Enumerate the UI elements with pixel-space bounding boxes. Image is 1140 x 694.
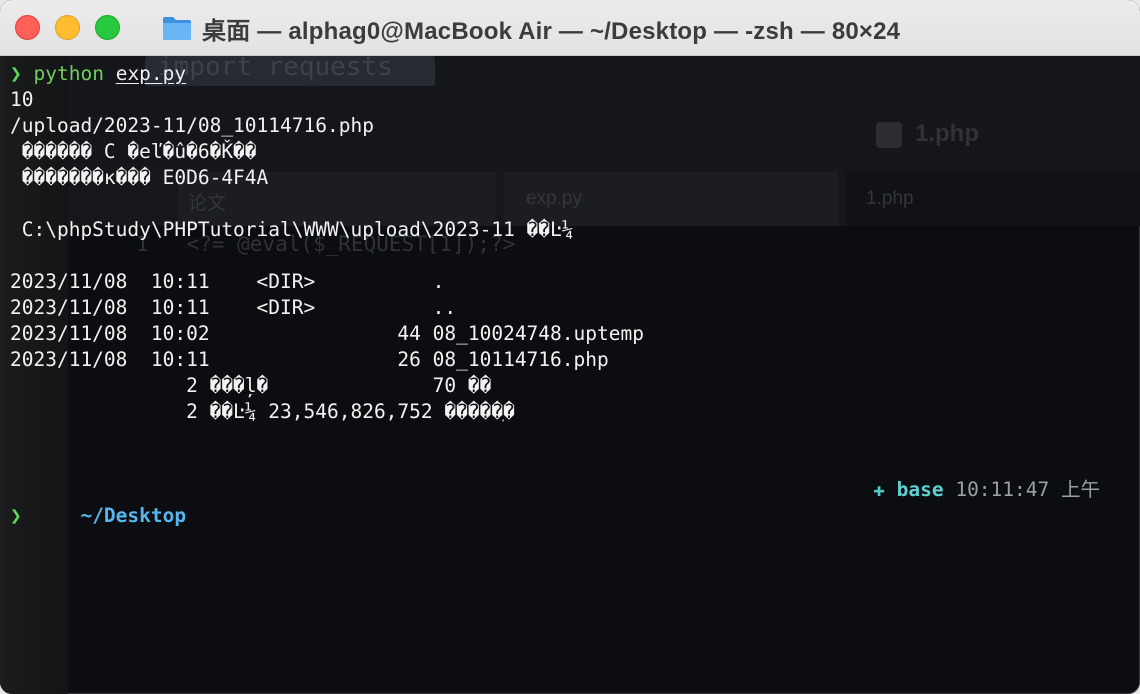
terminal-output[interactable]: ❯ python exp.py 10 /upload/2023-11/08_10… [10, 61, 1130, 529]
conda-env-name: base [896, 478, 944, 501]
conda-env-icon: ✚ [873, 478, 885, 501]
folder-icon [162, 15, 192, 41]
minimize-button[interactable] [55, 15, 80, 40]
prompt-status-line: ~/Desktop ✚ base 10:11:47 上午 [10, 477, 1130, 527]
output-line: 2 ��Ŀ¼ 23,546,826,752 �����ֽ� [10, 400, 515, 423]
output-line: C:\phpStudy\PHPTutorial\WWW\upload\2023-… [10, 218, 574, 241]
output-line: 2023/11/08 10:11 <DIR> .. [10, 296, 457, 319]
zoom-button[interactable] [95, 15, 120, 40]
current-directory: ~/Desktop [80, 504, 187, 527]
output-line: 2023/11/08 10:11 <DIR> . [10, 270, 445, 293]
prompt-arrow-icon: ❯ [10, 62, 22, 85]
output-line: 10 [10, 88, 34, 111]
command-line: ❯ python exp.py [10, 61, 1130, 87]
window-title: 桌面 — alphag0@MacBook Air — ~/Desktop — -… [202, 17, 901, 45]
title-bar[interactable]: 桌面 — alphag0@MacBook Air — ~/Desktop — -… [0, 0, 1140, 56]
output-line: ������ C �eľ�û�6�Ǩ�� [10, 140, 257, 163]
command-name: python [33, 62, 104, 85]
command-argument[interactable]: exp.py [116, 62, 186, 85]
terminal-window: 桌面 — alphag0@MacBook Air — ~/Desktop — -… [0, 0, 1140, 694]
output-line: �������к��� E0D6-4F4A [10, 166, 269, 189]
window-title-group: 桌面 — alphag0@MacBook Air — ~/Desktop — -… [162, 12, 901, 45]
close-button[interactable] [15, 15, 40, 40]
prompt-right-status: ✚ base 10:11:47 上午 [873, 477, 1100, 503]
prompt-time: 10:11:47 上午 [955, 478, 1100, 501]
output-line: 2023/11/08 10:02 44 08_10024748.uptemp [10, 322, 644, 345]
output-line: 2 ���ļ� 70 �� [10, 374, 492, 397]
output-line: 2023/11/08 10:11 26 08_10114716.php [10, 348, 609, 371]
output-line: /upload/2023-11/08_10114716.php [10, 114, 374, 137]
